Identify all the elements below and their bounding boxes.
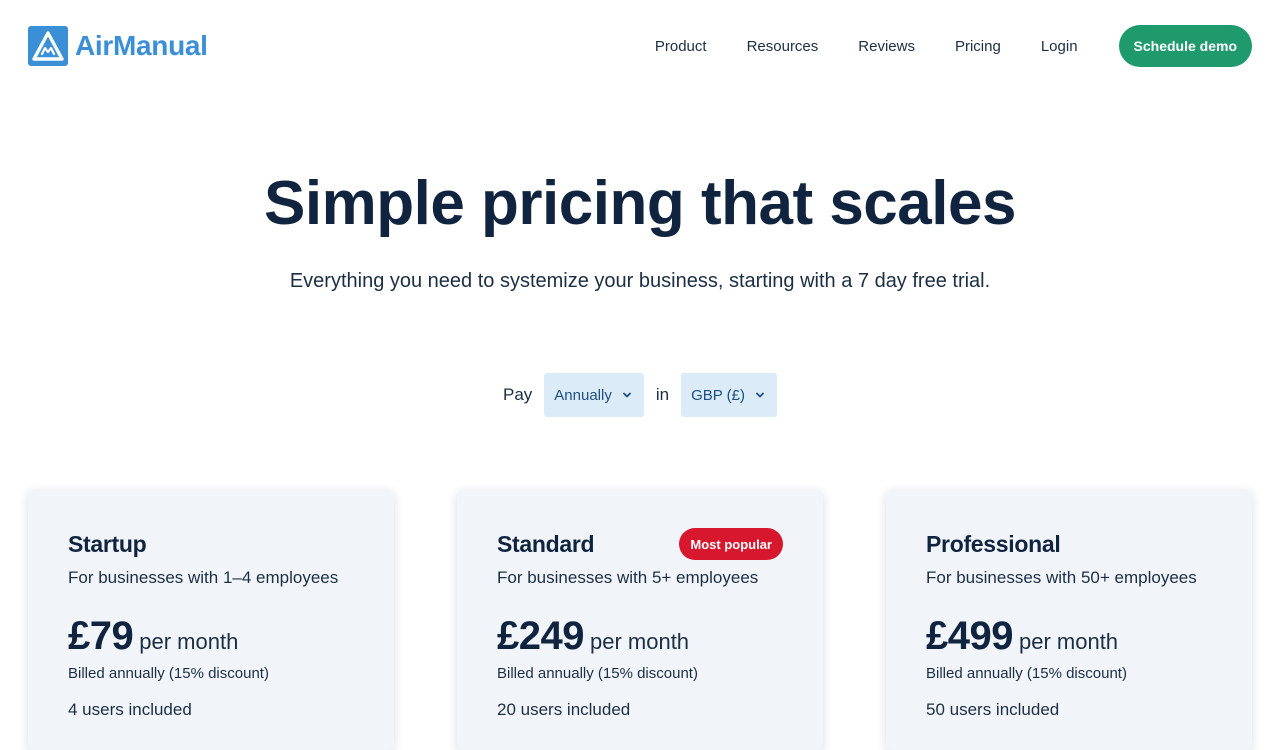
plan-card-header: Standard Most popular: [497, 528, 783, 560]
schedule-demo-button[interactable]: Schedule demo: [1118, 25, 1252, 67]
main-nav: Product Resources Reviews Pricing Login …: [655, 25, 1252, 67]
plan-name: Standard: [497, 530, 595, 557]
logo-mark-icon: [28, 26, 68, 66]
plan-users: 50 users included: [926, 700, 1060, 719]
nav-product[interactable]: Product: [655, 38, 707, 55]
pay-label: Pay: [503, 385, 533, 404]
most-popular-badge: Most popular: [679, 528, 783, 560]
plan-description: For businesses with 5+ employees: [497, 568, 759, 587]
billing-options: Pay Annually in GBP (£): [0, 373, 1280, 417]
plan-users: 20 users included: [497, 700, 631, 719]
nav-pricing[interactable]: Pricing: [955, 38, 1001, 55]
plan-price: £499: [926, 614, 1013, 658]
currency-value: GBP (£): [691, 386, 745, 404]
plan-billing-note: Billed annually (15% discount): [68, 665, 269, 682]
in-label: in: [655, 385, 670, 404]
plan-price: £249: [497, 614, 584, 658]
site-header: AirManual Product Resources Reviews Pric…: [0, 0, 1280, 92]
page-subtitle: Everything you need to systemize your bu…: [289, 270, 991, 292]
chevron-down-icon: [622, 390, 632, 400]
page-title: Simple pricing that scales: [264, 169, 1016, 238]
plan-price-row: £79 per month: [68, 614, 354, 659]
plan-period: per month: [1018, 629, 1119, 654]
currency-select[interactable]: GBP (£): [681, 373, 777, 417]
plan-period: per month: [589, 629, 690, 654]
logo-wordmark: AirManual: [75, 30, 208, 61]
plan-price-row: £249 per month: [497, 614, 783, 659]
plan-billing-note: Billed annually (15% discount): [497, 665, 698, 682]
chevron-down-icon: [755, 390, 765, 400]
billing-period-value: Annually: [554, 386, 612, 404]
plan-card-header: Professional: [926, 528, 1212, 560]
plan-period: per month: [139, 629, 239, 654]
plan-card-startup: Startup For businesses with 1–4 employee…: [28, 490, 394, 750]
plan-card-header: Startup: [68, 528, 354, 560]
nav-resources[interactable]: Resources: [747, 38, 819, 55]
plan-price-row: £499 per month: [926, 614, 1212, 659]
plan-users: 4 users included: [68, 700, 192, 719]
nav-login[interactable]: Login: [1041, 38, 1078, 55]
airmanual-logo[interactable]: AirManual: [28, 26, 208, 66]
plan-name: Professional: [926, 530, 1061, 557]
plan-name: Startup: [68, 530, 147, 557]
plan-description: For businesses with 50+ employees: [926, 568, 1197, 587]
plan-card-standard: Standard Most popular For businesses wit…: [457, 490, 823, 750]
billing-period-select[interactable]: Annually: [544, 373, 644, 417]
plan-card-professional: Professional For businesses with 50+ emp…: [886, 490, 1252, 750]
plan-billing-note: Billed annually (15% discount): [926, 665, 1127, 682]
plan-description: For businesses with 1–4 employees: [68, 568, 339, 587]
nav-reviews[interactable]: Reviews: [858, 38, 915, 55]
plan-price: £79: [68, 614, 134, 658]
